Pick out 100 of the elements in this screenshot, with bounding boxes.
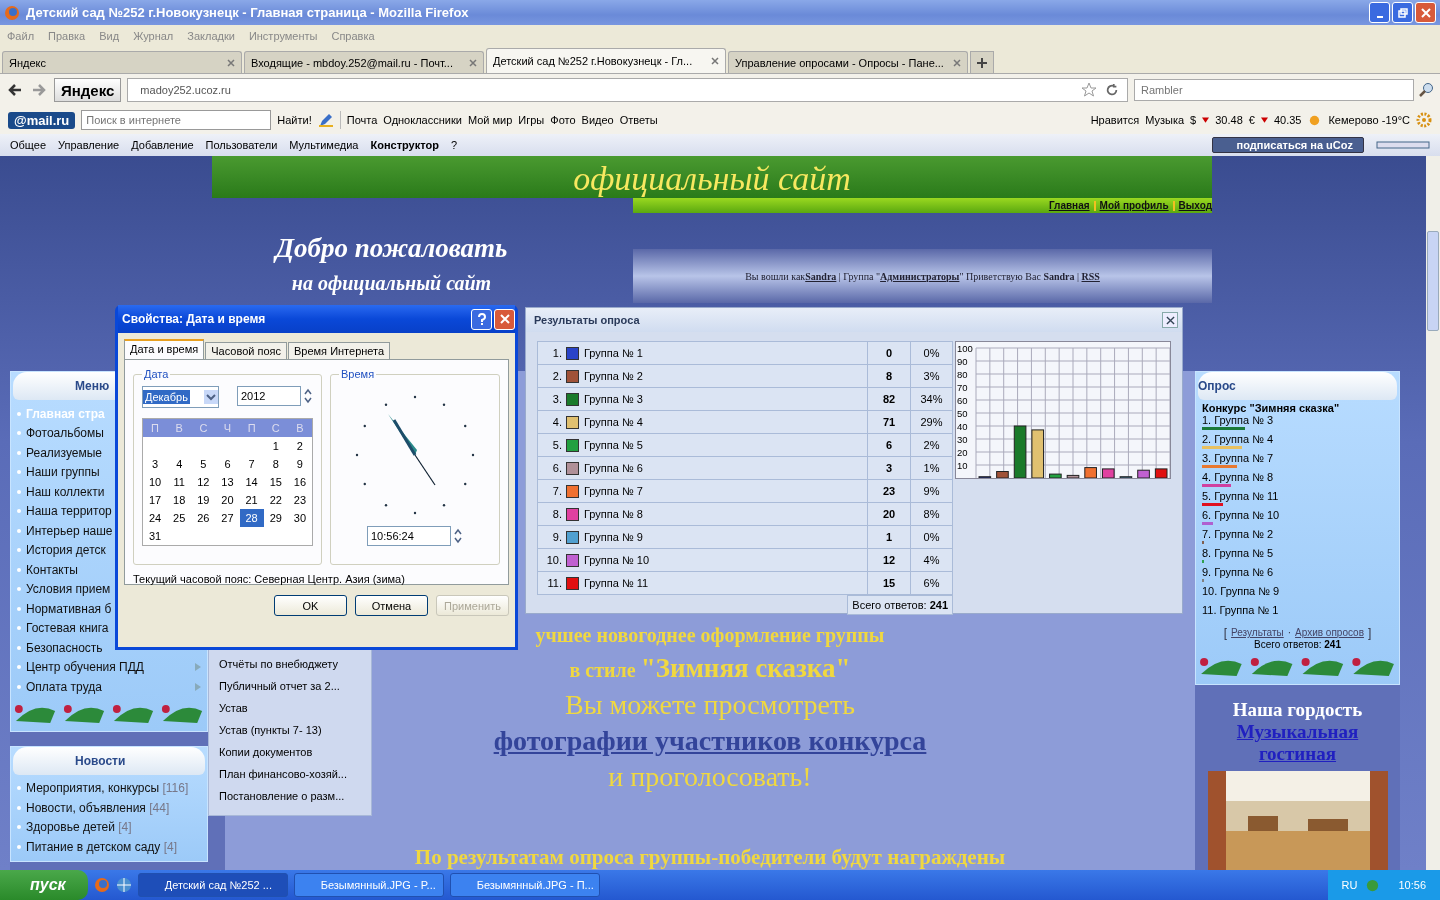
calendar-day[interactable]: 4 xyxy=(167,455,192,473)
search-field[interactable]: Rambler xyxy=(1134,79,1414,101)
browser-tab[interactable]: Входящие - mbdoy.252@mail.ru - Почт... xyxy=(244,51,484,73)
menu-item[interactable]: План финансово-хозяй... xyxy=(209,763,371,785)
sidebar-item[interactable]: Гостевая книга xyxy=(11,618,207,638)
calendar-day[interactable]: 26 xyxy=(191,509,216,527)
news-category[interactable]: Здоровье детей [4] xyxy=(11,817,207,837)
calendar-day[interactable]: 7 xyxy=(239,455,264,473)
menu-item[interactable]: Публичный отчет за 2... xyxy=(209,675,371,697)
news-category[interactable]: Мероприятия, конкурсы [116] xyxy=(11,778,207,798)
login-link[interactable]: Sandra xyxy=(805,270,837,282)
calendar-day[interactable]: 21 xyxy=(239,491,264,509)
sidebar-item[interactable]: Оплата труда xyxy=(11,677,207,697)
back-arrow-icon[interactable] xyxy=(6,82,24,98)
taskbar-button[interactable]: Детский сад №252 ... xyxy=(137,873,288,897)
weather-text[interactable]: Кемерово -19°C xyxy=(1328,114,1410,126)
toolbar-link[interactable]: Мой мир xyxy=(467,114,513,126)
browser-tab[interactable]: Управление опросами - Опросы - Пане... xyxy=(728,51,968,73)
calendar-day[interactable]: 25 xyxy=(167,509,192,527)
toolbar-link[interactable]: Фото xyxy=(550,114,576,126)
admin-menu-item[interactable]: Добавление xyxy=(131,139,194,151)
admin-menu-item[interactable]: Пользователи xyxy=(205,139,278,151)
close-icon[interactable] xyxy=(227,58,235,67)
dialog-button[interactable]: Отмена xyxy=(355,595,428,616)
slider-icon[interactable] xyxy=(1376,139,1430,151)
menu-item[interactable]: Постановление о разм... xyxy=(209,785,371,807)
header-link[interactable]: Выход xyxy=(1178,200,1212,211)
calendar-day[interactable]: 12 xyxy=(191,473,216,491)
calendar-day[interactable]: 11 xyxy=(167,473,192,491)
gear-icon[interactable] xyxy=(1416,112,1432,128)
calendar-day[interactable]: 27 xyxy=(215,509,240,527)
menu-item[interactable]: Отчёты по внебюджету xyxy=(209,653,371,675)
scrollbar[interactable] xyxy=(1426,156,1440,870)
sidebar-item[interactable]: Нормативная б xyxy=(11,599,207,619)
menu-item[interactable]: Устав xyxy=(209,697,371,719)
login-link[interactable]: Администраторы xyxy=(880,270,960,282)
reload-icon[interactable] xyxy=(1105,83,1119,97)
admin-menu-item[interactable]: ? xyxy=(450,139,458,151)
calendar-day[interactable]: 18 xyxy=(167,491,192,509)
globe-icon[interactable] xyxy=(115,877,132,893)
calendar-day[interactable]: 28 xyxy=(239,509,264,527)
spin-arrows-icon[interactable] xyxy=(303,387,313,405)
header-link[interactable]: Главная xyxy=(1048,200,1090,211)
calendar-day[interactable]: 20 xyxy=(215,491,240,509)
subscribe-button[interactable]: подписаться на uCoz xyxy=(1211,137,1364,153)
close-icon[interactable] xyxy=(711,57,719,65)
calendar-day[interactable]: 14 xyxy=(239,473,264,491)
results-link[interactable]: Результаты xyxy=(1231,627,1284,639)
sidebar-item[interactable]: Безопасность xyxy=(11,638,207,658)
toolbar-link[interactable]: Почта xyxy=(346,114,378,126)
address-field[interactable]: madoy252.ucoz.ru xyxy=(127,78,1128,102)
calendar-day[interactable]: 13 xyxy=(215,473,240,491)
browser-tab[interactable]: Детский сад №252 г.Новокузнецк - Гл... xyxy=(486,48,726,73)
calendar-day[interactable]: 30 xyxy=(287,509,312,527)
calendar-day[interactable]: 8 xyxy=(263,455,288,473)
start-button[interactable]: пуск xyxy=(0,870,88,900)
star-icon[interactable] xyxy=(1081,82,1097,98)
calendar-day[interactable]: 23 xyxy=(287,491,312,509)
admin-menu-item[interactable]: Конструктор xyxy=(370,139,439,151)
calendar-day[interactable]: 16 xyxy=(287,473,312,491)
toolbar-link[interactable]: Музыка xyxy=(1145,114,1185,126)
toolbar-link[interactable]: Одноклассники xyxy=(383,114,462,126)
calendar-day[interactable]: 17 xyxy=(143,491,168,509)
browser-tab[interactable]: Яндекс xyxy=(2,51,242,73)
mail-logo[interactable]: @mail.ru xyxy=(8,111,76,129)
calendar-day[interactable]: 24 xyxy=(143,509,168,527)
calendar-day[interactable]: 15 xyxy=(263,473,288,491)
dialog-tab[interactable]: Часовой пояс xyxy=(205,342,287,359)
calendar-day[interactable]: 2 xyxy=(287,437,312,455)
calendar-day[interactable]: 29 xyxy=(263,509,288,527)
taskbar-button[interactable]: Безымянный.JPG - P... xyxy=(293,873,444,897)
news-category[interactable]: Питание в детском саду [4] xyxy=(11,837,207,857)
calendar-day[interactable]: 6 xyxy=(215,455,240,473)
calendar-day[interactable]: 1 xyxy=(263,437,288,455)
dialog-tab[interactable]: Дата и время xyxy=(124,339,205,359)
calendar-day[interactable]: 10 xyxy=(143,473,168,491)
admin-menu-item[interactable]: Мультимедиа xyxy=(289,139,359,151)
menu-item[interactable]: Устав (пункты 7- 13) xyxy=(209,719,371,741)
dollar-rate[interactable]: 30.48 xyxy=(1215,114,1243,126)
toolbar-link[interactable]: Ответы xyxy=(619,114,658,126)
spin-arrows-icon[interactable] xyxy=(453,527,463,545)
close-icon[interactable] xyxy=(469,58,477,67)
minimize-button[interactable] xyxy=(1369,2,1390,23)
pencil-icon[interactable] xyxy=(317,112,334,128)
calendar-day[interactable]: 5 xyxy=(191,455,216,473)
taskbar-button[interactable]: Безымянный.JPG - П... xyxy=(449,873,600,897)
archive-link[interactable]: Архив опросов xyxy=(1295,627,1364,639)
calendar-day[interactable]: 19 xyxy=(191,491,216,509)
month-select[interactable]: Декабрь xyxy=(142,386,219,408)
header-link[interactable]: Мой профиль xyxy=(1099,200,1169,211)
toolbar-link[interactable]: Игры xyxy=(518,114,545,126)
dialog-tab[interactable]: Время Интернета xyxy=(288,342,391,359)
calendar-day[interactable]: 9 xyxy=(287,455,312,473)
home-button[interactable]: Яндекс xyxy=(54,78,122,102)
admin-menu-item[interactable]: Общее xyxy=(10,139,47,151)
restore-button[interactable] xyxy=(1392,2,1413,23)
calendar-day[interactable]: 22 xyxy=(263,491,288,509)
forward-arrow-icon[interactable] xyxy=(30,82,48,98)
search-field[interactable]: Поиск в интернете xyxy=(81,110,272,130)
find-button[interactable]: Найти! xyxy=(277,114,312,126)
